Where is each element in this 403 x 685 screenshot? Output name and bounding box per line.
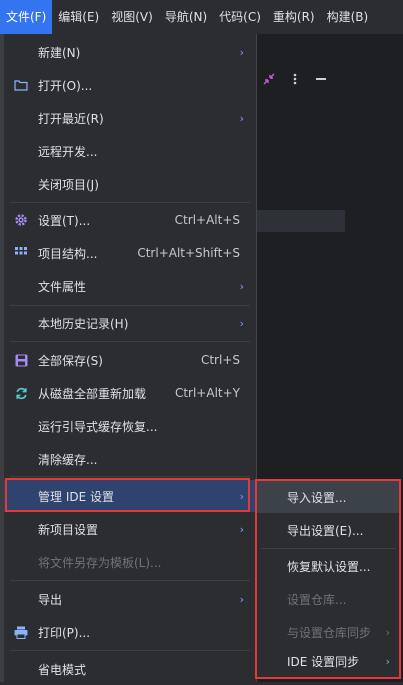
submenu-item-export-settings[interactable]: 导出设置(E)... [257, 514, 400, 546]
menu-separator [10, 202, 250, 203]
submenu-item-settings-repository[interactable]: 设置仓库... [257, 583, 400, 615]
menu-bar: 文件(F) 编辑(E) 视图(V) 导航(N) 代码(C) 重构(R) 构建(B… [0, 0, 403, 34]
chevron-right-icon: › [239, 279, 244, 293]
grid-icon [13, 245, 29, 261]
collapse-icon[interactable] [263, 73, 275, 88]
chevron-right-icon: › [239, 522, 244, 536]
menu-separator [10, 650, 250, 651]
menu-item-invalidate-caches[interactable]: 清除缓存... [4, 443, 256, 475]
chevron-right-icon: › [239, 592, 244, 606]
menu-refactor[interactable]: 重构(R) [267, 0, 321, 34]
tool-window-toolbar [255, 66, 353, 94]
menu-item-save-all[interactable]: 全部保存(S) Ctrl+S [4, 344, 256, 376]
editor-highlight-line [255, 210, 345, 232]
menu-item-project-structure[interactable]: 项目结构... Ctrl+Alt+Shift+S [4, 237, 256, 269]
file-menu: 新建(N) › 打开(O)... 打开最近(R) › 远程开发... 关闭项目(… [4, 34, 257, 682]
submenu-item-sync-with-repository[interactable]: 与设置仓库同步 › [257, 616, 400, 648]
menu-item-settings[interactable]: 设置(T)... Ctrl+Alt+S [4, 204, 256, 236]
menu-separator [10, 580, 250, 581]
menu-item-close-project[interactable]: 关闭项目(J) [4, 168, 256, 200]
chevron-right-icon: › [385, 625, 390, 639]
menu-separator [10, 305, 250, 306]
submenu-item-ide-settings-sync[interactable]: IDE 设置同步 › [257, 645, 400, 677]
menu-item-power-save-mode[interactable]: 省电模式 [4, 653, 256, 685]
menu-separator [261, 548, 396, 549]
menu-item-export[interactable]: 导出 › [4, 583, 256, 615]
submenu-item-restore-defaults[interactable]: 恢复默认设置... [257, 550, 400, 582]
refresh-icon [13, 385, 29, 401]
menu-item-open[interactable]: 打开(O)... [4, 69, 256, 101]
menu-item-file-properties[interactable]: 文件属性 › [4, 270, 256, 302]
printer-icon [13, 624, 29, 640]
chevron-right-icon: › [239, 316, 244, 330]
menu-item-new[interactable]: 新建(N) › [4, 36, 256, 68]
menu-separator [10, 341, 250, 342]
menu-item-new-project-setup[interactable]: 新项目设置 › [4, 513, 256, 545]
chevron-right-icon: › [239, 111, 244, 125]
menu-edit[interactable]: 编辑(E) [52, 0, 105, 34]
menu-item-remote[interactable]: 远程开发... [4, 135, 256, 167]
chevron-right-icon: › [239, 45, 244, 59]
save-icon [13, 352, 29, 368]
menu-item-guided-cache-recovery[interactable]: 运行引导式缓存恢复... [4, 410, 256, 442]
menu-item-print[interactable]: 打印(P)... [4, 616, 256, 648]
menu-file[interactable]: 文件(F) [0, 0, 53, 34]
menu-view[interactable]: 视图(V) [105, 0, 159, 34]
menu-code[interactable]: 代码(C) [213, 0, 267, 34]
menu-item-reload-all[interactable]: 从磁盘全部重新加载 Ctrl+Alt+Y [4, 377, 256, 409]
chevron-right-icon: › [385, 654, 390, 668]
folder-icon [13, 77, 29, 93]
menu-item-save-as-template[interactable]: 将文件另存为模板(L)... [4, 546, 256, 578]
menu-navigate[interactable]: 导航(N) [159, 0, 213, 34]
submenu-item-import-settings[interactable]: 导入设置... [257, 481, 400, 513]
chevron-right-icon: › [239, 489, 244, 503]
gear-icon [13, 212, 29, 228]
minimize-icon[interactable] [315, 73, 327, 88]
menu-separator [10, 476, 250, 477]
menu-item-manage-ide-settings[interactable]: 管理 IDE 设置 › [4, 480, 256, 512]
menu-build[interactable]: 构建(B) [321, 0, 375, 34]
more-options-icon[interactable] [293, 73, 297, 88]
menu-item-recent[interactable]: 打开最近(R) › [4, 102, 256, 134]
manage-ide-settings-submenu: 导入设置... 导出设置(E)... 恢复默认设置... 设置仓库... 与设置… [256, 480, 401, 678]
menu-item-local-history[interactable]: 本地历史记录(H) › [4, 307, 256, 339]
